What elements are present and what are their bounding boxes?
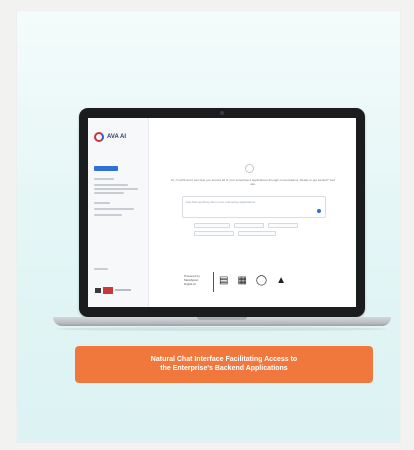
caption-banner: Natural Chat Interface Facilitating Acce…: [75, 346, 373, 383]
powered-by-line: Digital AI: [184, 282, 196, 286]
document-icon: ▦: [237, 275, 247, 286]
brand-icon-row: ▤ ▦ ◯ ▲: [219, 275, 286, 287]
logo-text: AVA AI: [107, 134, 126, 140]
suggestion-chip[interactable]: [268, 223, 298, 228]
laptop-screen: AVA AI Hi, I'm AVA and I can help you ac…: [88, 118, 356, 307]
footer-brand-mark-icon: [103, 287, 113, 294]
brand-divider: [213, 272, 214, 292]
webcam-icon: [220, 111, 224, 115]
suggestion-chip[interactable]: [194, 231, 234, 236]
footer-brand-line: [115, 289, 131, 291]
powered-by-block: Powered by MetaSploit Digital AI: [184, 274, 200, 286]
suggestion-chip[interactable]: [238, 231, 276, 236]
sidebar-history-line[interactable]: [94, 184, 128, 186]
chat-input[interactable]: Ask AVA anything about your enterprise a…: [182, 196, 326, 218]
sidebar-history-line[interactable]: [94, 214, 122, 216]
intro-message: Hi, I'm AVA and I can help you access al…: [171, 178, 335, 186]
footer-logo-icon: [95, 288, 101, 293]
people-icon: ◯: [255, 275, 268, 286]
promo-card: AVA AI Hi, I'm AVA and I can help you ac…: [17, 11, 400, 442]
caption-line-2: the Enterprise's Backend Applications: [160, 365, 288, 372]
app-sidebar: AVA AI: [88, 118, 149, 307]
cloud-icon: ▲: [276, 275, 287, 286]
sidebar-settings-link[interactable]: [94, 268, 108, 270]
laptop-notch: [197, 317, 247, 320]
sidebar-history-line[interactable]: [94, 188, 138, 190]
assistant-avatar-icon: [245, 164, 254, 173]
sidebar-history-line[interactable]: [94, 192, 124, 194]
chart-icon: ▤: [219, 275, 229, 286]
chat-main: Hi, I'm AVA and I can help you access al…: [148, 118, 356, 307]
sidebar-history-line[interactable]: [94, 178, 114, 180]
chat-input-placeholder: Ask AVA anything about your enterprise a…: [186, 200, 256, 204]
suggestion-chip[interactable]: [234, 223, 264, 228]
logo-ring-icon: [94, 132, 104, 142]
sidebar-history-line[interactable]: [94, 202, 110, 204]
suggestion-chip[interactable]: [194, 223, 230, 228]
laptop-base: [53, 317, 391, 326]
sidebar-history-line[interactable]: [94, 208, 134, 210]
laptop-lid: AVA AI Hi, I'm AVA and I can help you ac…: [79, 108, 365, 317]
send-icon[interactable]: [317, 209, 321, 213]
app-logo: AVA AI: [94, 132, 126, 142]
laptop-shadow: [57, 327, 387, 331]
new-chat-button[interactable]: [94, 166, 118, 171]
caption-line-1: Natural Chat Interface Facilitating Acce…: [150, 356, 298, 363]
